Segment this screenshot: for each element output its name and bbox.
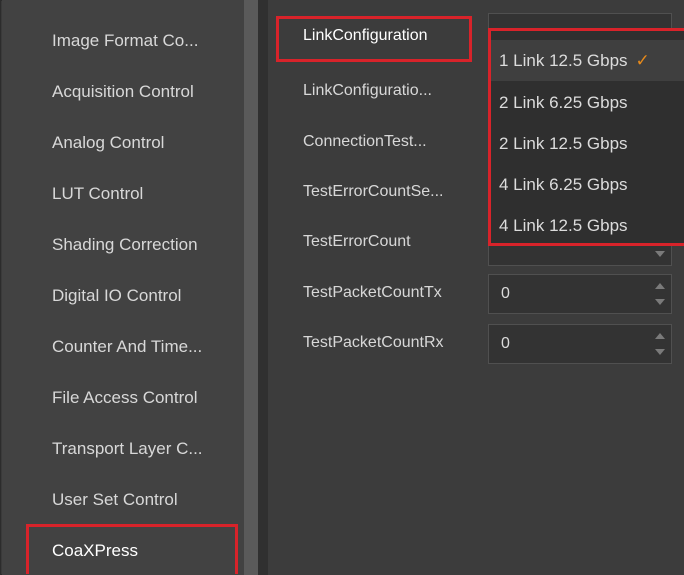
dropdown-option[interactable]: 2 Link 12.5 Gbps (491, 123, 684, 164)
dropdown-option[interactable]: 4 Link 6.25 Gbps (491, 164, 684, 205)
sidebar-item-user-set-control[interactable]: User Set Control (2, 477, 244, 523)
test-packet-count-rx-field[interactable]: 0 (488, 324, 672, 364)
dropdown-option-label: 4 Link 6.25 Gbps (499, 175, 628, 194)
dropdown-option[interactable]: 4 Link 12.5 Gbps (491, 205, 684, 246)
check-icon: ✓ (635, 51, 650, 70)
dropdown-option[interactable]: 2 Link 6.25 Gbps (491, 82, 684, 123)
link-configuration-select[interactable] (488, 13, 672, 29)
dropdown-option-label: 1 Link 12.5 Gbps (499, 51, 628, 70)
sidebar-item-image-format-control[interactable]: Image Format Co... (2, 18, 244, 64)
property-label-test-packet-count-tx: TestPacketCountTx (303, 284, 442, 301)
sidebar-item-transport-layer-control[interactable]: Transport Layer C... (2, 426, 244, 472)
test-packet-count-tx-value: 0 (501, 285, 510, 302)
sidebar-highlight-box (26, 524, 238, 574)
sidebar-item-counter-and-timer[interactable]: Counter And Time... (2, 324, 244, 370)
test-packet-count-tx-field[interactable]: 0 (488, 274, 672, 314)
dropdown-option-label: 4 Link 12.5 Gbps (499, 216, 628, 235)
property-label-link-configuration-2: LinkConfiguratio... (303, 82, 432, 99)
property-label-connection-test: ConnectionTest... (303, 133, 427, 150)
sidebar-item-analog-control[interactable]: Analog Control (2, 120, 244, 166)
property-label-test-packet-count-rx: TestPacketCountRx (303, 334, 444, 351)
label-highlight-box (276, 16, 472, 62)
test-packet-count-rx-value: 0 (501, 335, 510, 352)
sidebar-item-file-access-control[interactable]: File Access Control (2, 375, 244, 421)
property-label-test-error-count: TestErrorCount (303, 233, 411, 250)
splitter-shadow (258, 0, 268, 575)
sidebar-item-digital-io-control[interactable]: Digital IO Control (2, 273, 244, 319)
sidebar-item-shading-correction[interactable]: Shading Correction (2, 222, 244, 268)
sidebar-item-acquisition-control[interactable]: Acquisition Control (2, 69, 244, 115)
link-configuration-dropdown: 1 Link 12.5 Gbps ✓ 2 Link 6.25 Gbps 2 Lin… (488, 28, 684, 246)
dropdown-option-label: 2 Link 6.25 Gbps (499, 93, 628, 112)
dropdown-option[interactable]: 1 Link 12.5 Gbps ✓ (491, 40, 684, 81)
spinner-icon[interactable] (655, 331, 665, 357)
splitter[interactable] (244, 0, 258, 575)
property-label-test-error-count-selector: TestErrorCountSe... (303, 183, 444, 200)
sidebar: Image Format Co... Acquisition Control A… (2, 0, 244, 575)
sidebar-item-lut-control[interactable]: LUT Control (2, 171, 244, 217)
spinner-icon[interactable] (655, 281, 665, 307)
dropdown-option-label: 2 Link 12.5 Gbps (499, 134, 628, 153)
